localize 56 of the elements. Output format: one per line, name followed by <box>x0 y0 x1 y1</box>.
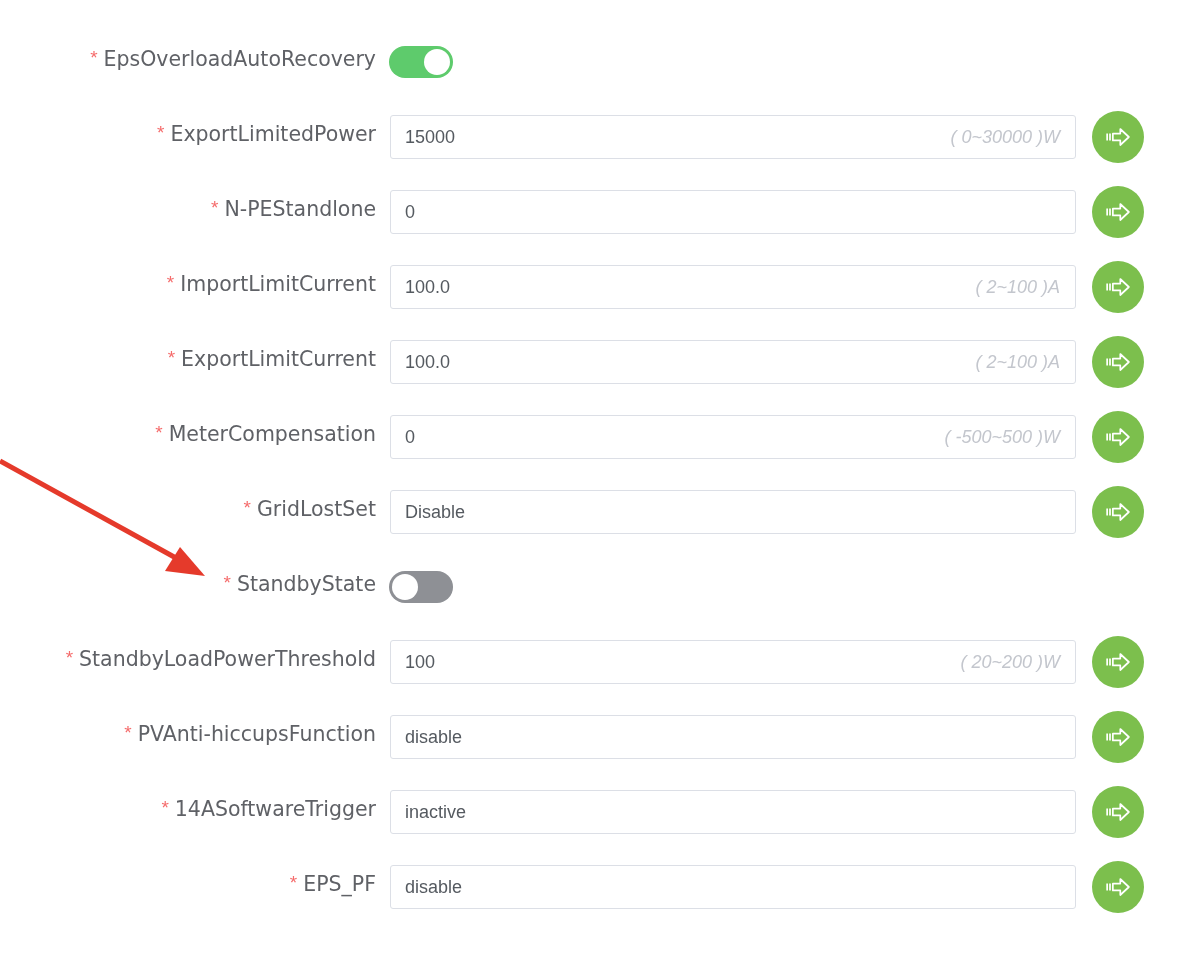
required-mark: * <box>161 798 169 817</box>
input-field[interactable]: inactive <box>390 790 1076 834</box>
required-mark: * <box>167 348 176 367</box>
input-field[interactable]: 0 <box>390 190 1076 234</box>
field-label: N-PEStandlone <box>224 196 376 222</box>
arrow-icon <box>1106 278 1130 296</box>
field-label: MeterCompensation <box>168 421 376 447</box>
submit-button[interactable] <box>1092 261 1144 313</box>
required-mark: * <box>166 273 175 292</box>
field-label: 14ASoftwareTrigger <box>174 796 376 822</box>
input-field[interactable]: Disable <box>390 490 1076 534</box>
input-field[interactable]: disable <box>390 715 1076 759</box>
submit-button[interactable] <box>1092 411 1144 463</box>
submit-button[interactable] <box>1092 336 1144 388</box>
field-label: ExportLimitedPower <box>170 121 376 147</box>
submit-button[interactable] <box>1092 486 1144 538</box>
required-mark: * <box>243 498 251 517</box>
required-mark: * <box>155 423 163 442</box>
arrow-icon <box>1106 128 1130 146</box>
input-field[interactable]: disable <box>390 865 1076 909</box>
arrow-icon <box>1106 803 1130 821</box>
arrow-icon <box>1106 503 1130 521</box>
arrow-icon <box>1106 203 1130 221</box>
arrow-icon <box>1106 728 1130 746</box>
toggle-switch[interactable] <box>389 571 453 603</box>
field-label: ExportLimitCurrent <box>181 346 376 372</box>
required-mark: * <box>223 573 231 592</box>
submit-button[interactable] <box>1092 711 1144 763</box>
arrow-icon <box>1106 653 1130 671</box>
arrow-icon <box>1106 878 1130 896</box>
range-hint: ( 0~30000 )W <box>950 126 1060 148</box>
field-label: EpsOverloadAutoRecovery <box>103 46 376 72</box>
range-hint: ( 2~100 )A <box>975 276 1060 298</box>
field-label: StandbyState <box>236 571 376 597</box>
range-hint: ( -500~500 )W <box>944 426 1060 448</box>
required-mark: * <box>90 48 98 67</box>
submit-button[interactable] <box>1092 786 1144 838</box>
required-mark: * <box>211 198 219 217</box>
field-label: GridLostSet <box>257 496 376 522</box>
required-mark: * <box>124 723 132 742</box>
field-label: PVAnti-hiccupsFunction <box>137 721 376 747</box>
range-hint: ( 20~200 )W <box>960 651 1060 673</box>
submit-button[interactable] <box>1092 111 1144 163</box>
required-mark: * <box>65 648 74 667</box>
field-label: StandbyLoadPowerThreshold <box>79 646 376 672</box>
field-label: ImportLimitCurrent <box>180 271 376 297</box>
required-mark: * <box>289 873 298 892</box>
toggle-switch[interactable] <box>389 46 453 78</box>
field-label: EPS_PF <box>303 871 376 897</box>
submit-button[interactable] <box>1092 861 1144 913</box>
submit-button[interactable] <box>1092 186 1144 238</box>
arrow-icon <box>1106 428 1130 446</box>
submit-button[interactable] <box>1092 636 1144 688</box>
arrow-icon <box>1106 353 1130 371</box>
required-mark: * <box>157 123 165 142</box>
range-hint: ( 2~100 )A <box>975 351 1060 373</box>
